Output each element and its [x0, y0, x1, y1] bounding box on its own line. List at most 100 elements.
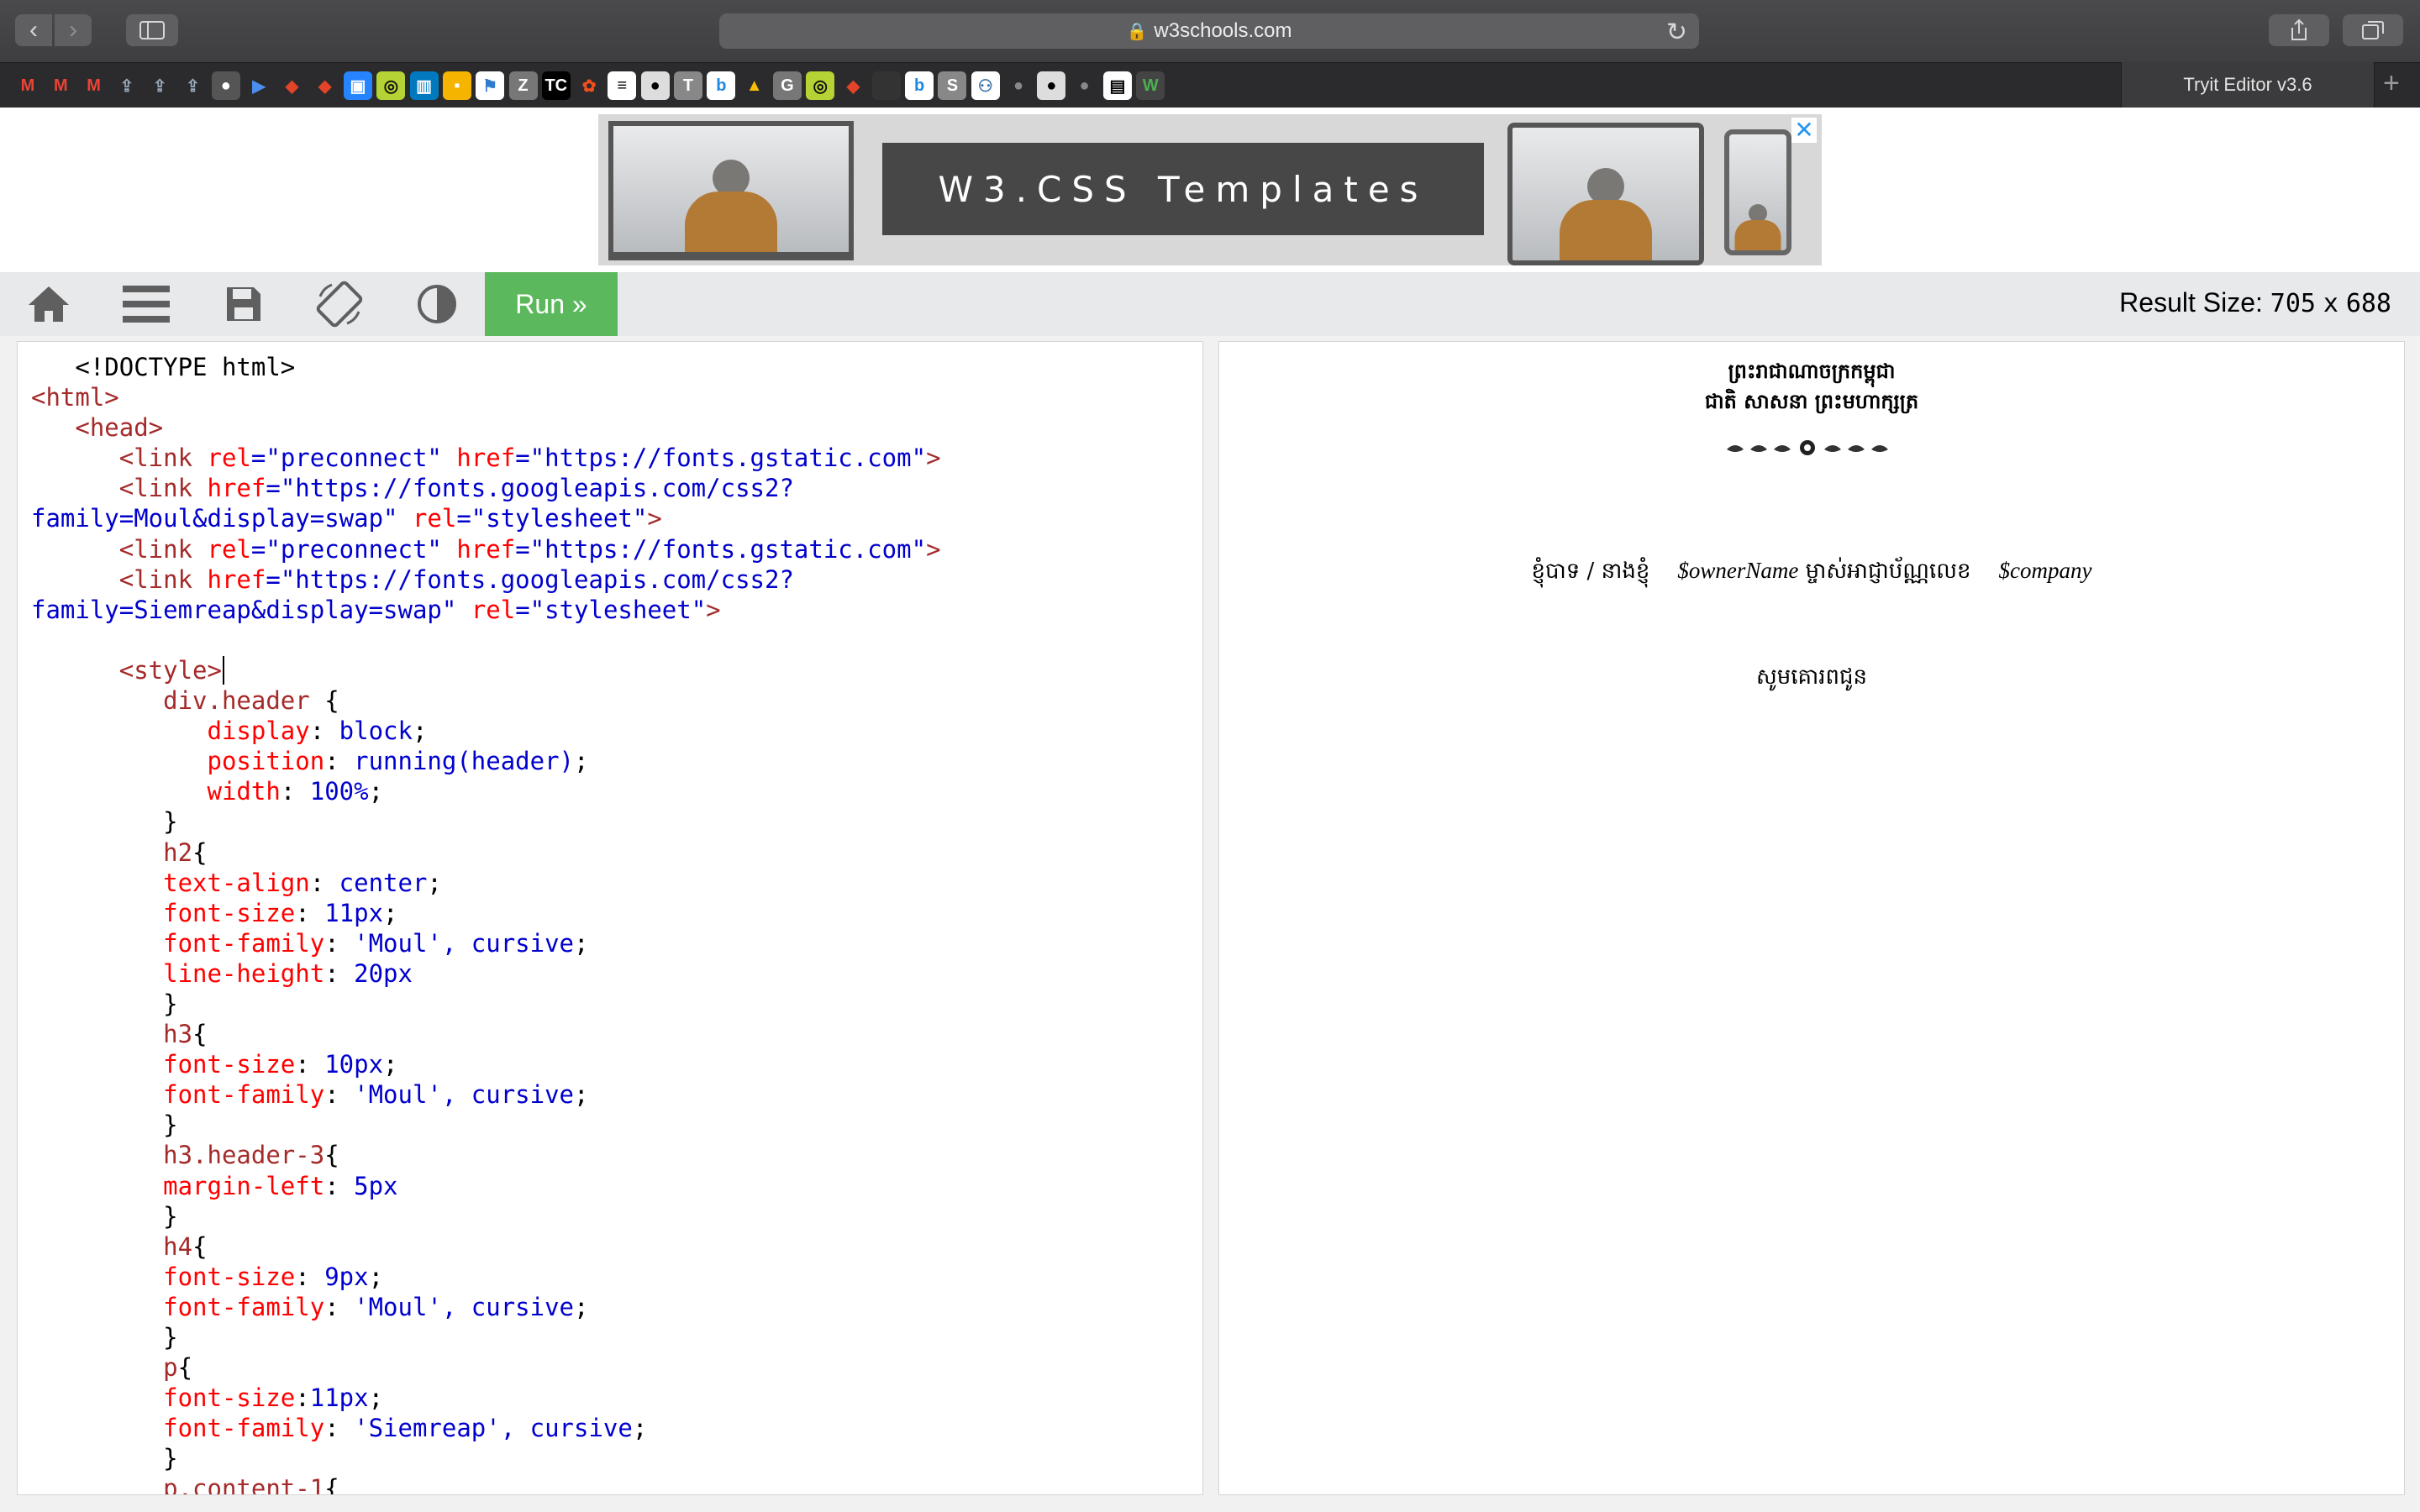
code-token: }: [31, 1444, 178, 1473]
code-token: >: [926, 534, 941, 564]
show-tabs-button[interactable]: [2343, 14, 2403, 46]
code-line: font-size: 11px;: [31, 898, 1189, 928]
bookmark-globe-icon[interactable]: ◎: [376, 71, 406, 100]
code-line: div.header {: [31, 685, 1189, 716]
code-token: href: [456, 444, 516, 473]
home-button[interactable]: [22, 281, 76, 328]
share-button[interactable]: [2269, 14, 2329, 46]
ad-tablet-image: [1507, 123, 1704, 265]
bookmark-gmail-icon[interactable]: M: [80, 71, 108, 100]
code-token: 9px: [324, 1262, 369, 1291]
code-token: :: [324, 958, 355, 988]
code-token: ="preconnect": [250, 444, 457, 473]
code-line: font-family: 'Moul', cursive;: [31, 928, 1189, 958]
bookmark-trello-icon[interactable]: ▥: [409, 71, 439, 100]
code-token: }: [31, 1201, 178, 1231]
bookmark-apple-icon[interactable]: ●: [211, 71, 240, 100]
save-button[interactable]: [217, 281, 271, 328]
code-token: :: [295, 1050, 325, 1079]
code-token: 11px: [309, 1383, 369, 1413]
bookmark-s-icon[interactable]: S: [938, 71, 967, 100]
code-editor[interactable]: <!DOCTYPE html> <html> <head> <link rel="…: [17, 341, 1203, 1495]
bookmark-figma-icon[interactable]: ✿: [575, 71, 603, 100]
code-token: font-family: [31, 928, 325, 958]
bookmark-gitlab-icon[interactable]: ◆: [839, 71, 868, 100]
code-line: <head>: [31, 412, 1189, 443]
bookmark-apple-icon[interactable]: ●: [1037, 71, 1066, 100]
code-token: ="https://fonts.gstatic.com": [515, 444, 927, 473]
back-button[interactable]: ‹: [15, 14, 52, 46]
ad-banner-text[interactable]: W3.CSS Templates: [882, 143, 1484, 235]
bookmark-upload-icon[interactable]: ⇪: [179, 71, 208, 100]
code-line: <link href="https://fonts.googleapis.com…: [31, 564, 1189, 595]
code-token: :: [324, 1080, 355, 1110]
bookmark-gitlab-icon[interactable]: ◆: [311, 71, 339, 100]
ad-close-icon[interactable]: ✕: [1791, 118, 1817, 143]
bookmark-gmail-icon[interactable]: M: [46, 71, 75, 100]
code-token: {: [192, 1020, 208, 1049]
code-token: width: [31, 777, 281, 806]
code-token: {: [324, 1141, 339, 1170]
code-token: 'Moul', cursive: [354, 1292, 575, 1321]
bookmark-upload-icon[interactable]: ⇪: [145, 71, 174, 100]
bookmark-terminal-icon[interactable]: TC: [541, 71, 571, 100]
code-token: 'Siemreap', cursive: [354, 1414, 633, 1443]
bookmark-upload-icon[interactable]: ⇪: [113, 71, 141, 100]
code-line: h2{: [31, 837, 1189, 868]
code-token: ="stylesheet": [456, 504, 648, 533]
bookmark-b-icon[interactable]: b: [707, 71, 736, 100]
reload-icon[interactable]: ↻: [1666, 18, 1687, 47]
code-token: }: [31, 989, 178, 1018]
company-variable: $company: [1998, 558, 2092, 583]
bookmark-g-icon[interactable]: G: [772, 71, 802, 100]
ad-banner[interactable]: W3.CSS Templates ✕: [598, 114, 1822, 265]
bookmark-apple-icon[interactable]: ●: [1004, 71, 1033, 100]
rotate-orientation-button[interactable]: [313, 281, 366, 328]
bookmark-w3-icon[interactable]: W: [1136, 71, 1165, 100]
menu-button[interactable]: [119, 281, 173, 328]
bookmark-apple-icon[interactable]: ●: [640, 71, 670, 100]
tab-tryit-editor[interactable]: Tryit Editor v3.6: [2121, 62, 2375, 108]
bookmark-gmail-icon[interactable]: M: [13, 71, 42, 100]
lock-icon: 🔒: [1126, 22, 1148, 41]
code-token: p.content-1: [31, 1474, 325, 1495]
code-token: }: [31, 1323, 178, 1352]
forward-button[interactable]: ›: [55, 14, 92, 46]
code-line: margin-left: 5px: [31, 1171, 1189, 1201]
bookmark-book-icon[interactable]: ▤: [1102, 71, 1132, 100]
result-x: x: [2323, 289, 2338, 318]
dark-mode-button[interactable]: [410, 281, 464, 328]
code-token: rel: [207, 444, 251, 473]
bookmark-drive-icon[interactable]: ▲: [740, 71, 769, 100]
bookmark-t-icon[interactable]: T: [674, 71, 702, 100]
address-bar[interactable]: 🔒 w3schools.com ↻: [719, 13, 1699, 49]
code-token: ;: [574, 928, 589, 958]
bookmark-b-icon[interactable]: b: [905, 71, 934, 100]
owner-prefix: ខ្ញុំបាទ / នាងខ្ញុំ: [1531, 559, 1650, 584]
code-line: text-align: center;: [31, 868, 1189, 898]
result-frame[interactable]: ព្រះរាជាណាចក្រកម្ពុជា ជាតិ សាសនា ព្រះមហា…: [1218, 341, 2405, 1495]
bookmark-python-icon[interactable]: ⚇: [971, 71, 1000, 100]
bookmark-document-icon[interactable]: ≡: [608, 71, 637, 100]
new-tab-icon[interactable]: +: [2383, 67, 2400, 100]
bookmark-gitlab-icon[interactable]: ◆: [277, 71, 306, 100]
code-token: {: [177, 1353, 193, 1383]
code-token: h3.header-3: [31, 1141, 325, 1170]
bookmark-blank-icon[interactable]: [871, 71, 901, 100]
bookmark-keep-icon[interactable]: ▪: [442, 71, 471, 100]
code-text[interactable]: <!DOCTYPE html> <html> <head> <link rel="…: [18, 342, 1202, 1495]
code-token: >: [647, 504, 662, 533]
code-token: ;: [368, 1262, 384, 1291]
sidebar-toggle-button[interactable]: [126, 14, 178, 46]
bookmark-bitbucket-icon[interactable]: ▣: [344, 71, 372, 100]
code-token: }: [31, 807, 178, 837]
bookmark-play-icon[interactable]: ▶: [245, 71, 273, 100]
run-button[interactable]: Run »: [485, 272, 618, 336]
code-token: <style>: [31, 655, 222, 685]
bookmark-apple-icon[interactable]: ●: [1071, 71, 1099, 100]
bookmark-z-icon[interactable]: Z: [508, 71, 538, 100]
bookmark-flag-icon[interactable]: ⚑: [476, 71, 505, 100]
code-token: :: [324, 1171, 355, 1200]
owner-statement: ខ្ញុំបាទ / នាងខ្ញុំ $ownerName ម្ចាស់អាជ…: [1219, 557, 2404, 589]
bookmark-globe-icon[interactable]: ◎: [806, 71, 835, 100]
